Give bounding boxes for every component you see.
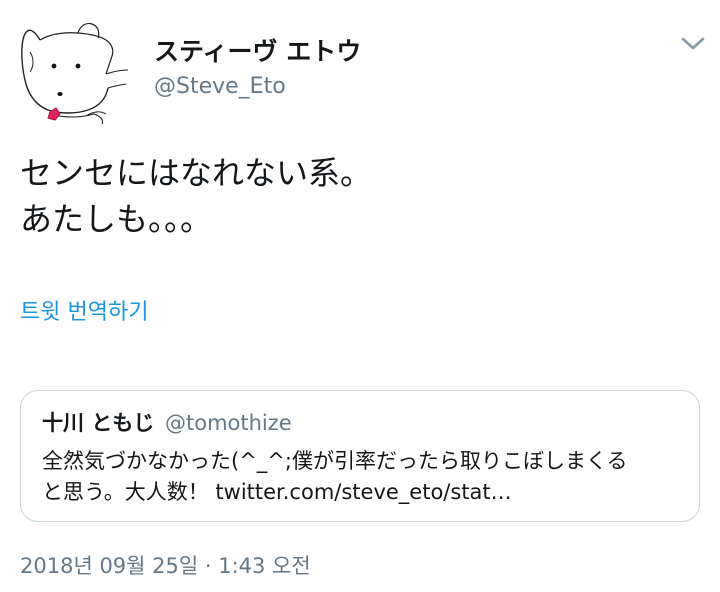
quoted-author-handle: @tomothize <box>165 411 292 435</box>
quoted-tweet-card[interactable]: 十川 ともじ @tomothize 全然気づかなかった(^_^;僕が引率だったら… <box>20 390 700 522</box>
author-display-name[interactable]: スティーヴ エトウ <box>154 36 361 68</box>
chevron-down-icon[interactable] <box>678 32 708 56</box>
author-block: スティーヴ エトウ @Steve_Eto <box>154 36 361 102</box>
quoted-tweet-header: 十川 ともじ @tomothize <box>42 409 292 437</box>
tweet-detail: スティーヴ エトウ @Steve_Eto センセにはなれない系。 あたしも。。。… <box>0 0 720 592</box>
tweet-text-line: センセにはなれない系。 <box>20 154 373 192</box>
quoted-author-name: 十川 ともじ <box>42 411 155 435</box>
tweet-timestamp[interactable]: 2018년 09월 25일 · 1:43 오전 <box>20 552 311 580</box>
tweet-text: センセにはなれない系。 あたしも。。。 <box>20 150 700 242</box>
avatar[interactable] <box>20 18 132 126</box>
chevron-down-icon-glyph <box>681 37 705 50</box>
translate-tweet-link[interactable]: 트윗 번역하기 <box>20 298 148 328</box>
quoted-tweet-text: 全然気づかなかった(^_^;僕が引率だったら取りこぼしまくる と思う。大人数！ … <box>42 446 682 508</box>
tweet-text-line: あたしも。。。 <box>20 200 213 238</box>
author-handle[interactable]: @Steve_Eto <box>154 72 361 102</box>
dog-sketch-avatar-icon <box>21 22 129 125</box>
quoted-tweet-line: 全然気づかなかった(^_^;僕が引率だったら取りこぼしまくる <box>42 449 628 473</box>
quoted-tweet-line: と思う。大人数！ twitter.com/steve_eto/stat… <box>42 480 512 504</box>
